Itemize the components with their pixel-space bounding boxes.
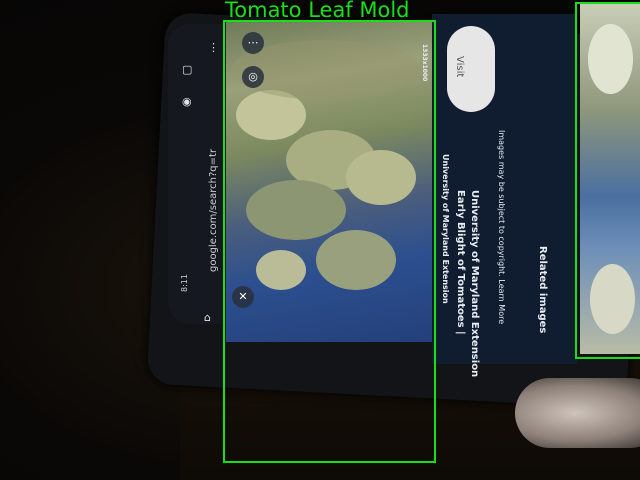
status-time: 8:11 — [180, 274, 189, 292]
detection-box-tomato-leaf-mold — [223, 20, 436, 463]
menu-icon[interactable]: ⋮ — [208, 42, 219, 53]
browser-address-bar: 8:11 google.com/search?q=tr ⌂ ▢ ⋮ ◉ — [168, 24, 228, 324]
visit-button-label: Visit — [454, 56, 465, 78]
finger — [515, 378, 640, 448]
share-icon[interactable]: ◉ — [182, 96, 192, 107]
source-name[interactable]: University of Maryland Extension — [441, 154, 450, 304]
detection-box-secondary — [575, 2, 640, 359]
result-title-line2[interactable]: University of Maryland Extension — [469, 190, 480, 377]
camera-frame: 8:11 google.com/search?q=tr ⌂ ▢ ⋮ ◉ ⋯ ◎ … — [0, 0, 640, 480]
url-text[interactable]: google.com/search?q=tr — [208, 149, 219, 272]
home-icon[interactable]: ⌂ — [204, 312, 211, 323]
detection-label: Tomato Leaf Mold — [225, 0, 410, 22]
visit-button[interactable]: Visit — [447, 26, 495, 112]
related-images-heading: Related images — [537, 246, 548, 334]
result-title[interactable]: Early Blight of Tomatoes | — [455, 190, 466, 335]
tab-count-icon[interactable]: ▢ — [182, 64, 192, 75]
copyright-notice[interactable]: Images may be subject to copyright. Lear… — [497, 130, 506, 324]
